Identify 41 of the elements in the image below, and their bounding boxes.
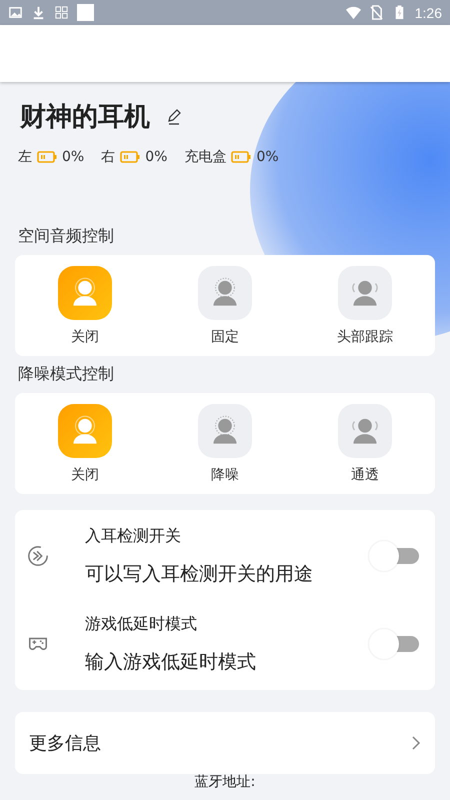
battery-percent: 0% — [256, 149, 279, 165]
no-sim-icon — [368, 5, 384, 20]
ear-detect-icon — [27, 545, 49, 567]
mode-button[interactable] — [58, 266, 112, 320]
image-icon — [8, 5, 23, 20]
battery-label: 左 — [18, 148, 32, 166]
setting-description: 可以写入耳检测开关的用途 — [85, 562, 313, 586]
section-title: 空间音频控制 — [17, 225, 115, 247]
mode-button[interactable] — [58, 404, 112, 458]
mode-button[interactable] — [198, 266, 252, 320]
battery-label: 右 — [101, 148, 116, 166]
mode-label: 关闭 — [71, 466, 99, 484]
battery-icon — [231, 151, 252, 163]
battery-label: 充电盒 — [184, 148, 226, 166]
section-title: 降噪模式控制 — [17, 363, 115, 385]
wifi-icon — [346, 5, 361, 20]
mode-button[interactable] — [198, 404, 252, 458]
mode-label: 通透 — [351, 466, 379, 484]
mode-label: 头部跟踪 — [337, 328, 393, 346]
mode-label: 降噪 — [211, 466, 239, 484]
bluetooth-address-label: 蓝牙地址: — [194, 774, 256, 790]
setting-description: 输入游戏低延时模式 — [85, 650, 256, 674]
mode-label: 关闭 — [71, 328, 99, 346]
battery-percent: 0% — [145, 149, 168, 165]
more-info-item[interactable]: 更多信息 — [15, 712, 435, 774]
mode-button[interactable] — [338, 404, 392, 458]
grid-icon — [54, 5, 69, 20]
battery-percent: 0% — [62, 149, 84, 165]
device-name: 财神的耳机 — [20, 100, 150, 134]
mode-label: 固定 — [211, 328, 239, 346]
battery-icon — [37, 151, 57, 163]
mode-button[interactable] — [338, 266, 392, 320]
setting-title: 入耳检测开关 — [85, 526, 181, 546]
square-icon — [77, 4, 94, 21]
toggle-switch[interactable] — [369, 540, 421, 572]
chevron-right-icon — [411, 735, 421, 751]
battery-icon — [120, 151, 140, 163]
setting-title: 游戏低延时模式 — [85, 614, 197, 634]
download-icon — [31, 5, 46, 20]
toggle-switch[interactable] — [369, 628, 421, 660]
status-time: 1:26 — [414, 4, 442, 20]
